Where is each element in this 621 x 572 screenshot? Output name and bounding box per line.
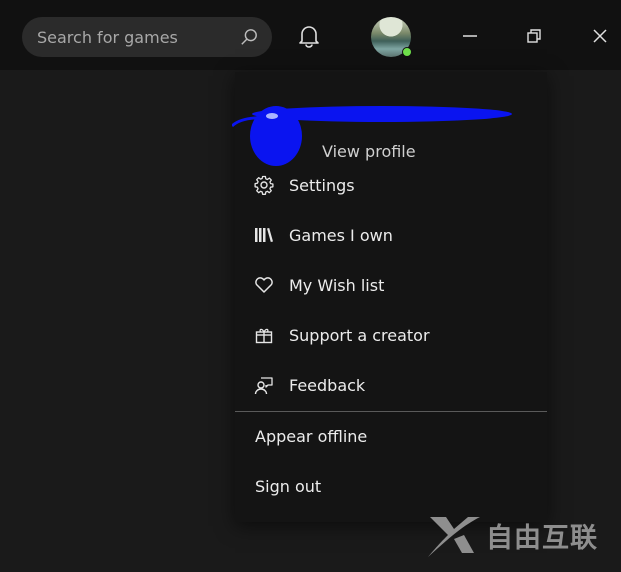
menu-item-games-i-own[interactable]: Games I own [235,210,547,260]
restore-button[interactable] [518,20,550,52]
restore-icon [527,29,541,43]
menu-item-feedback[interactable]: Feedback [235,360,547,410]
menu-item-label: Appear offline [255,426,368,446]
menu-item-label: Sign out [255,476,322,496]
search-icon[interactable] [240,28,258,46]
bell-icon [299,26,319,48]
title-bar [0,0,621,70]
search-input[interactable] [37,27,227,47]
close-button[interactable] [584,20,616,52]
feedback-icon [254,375,274,395]
menu-item-sign-out[interactable]: Sign out [235,461,547,511]
gear-icon [254,175,274,195]
menu-item-label: Support a creator [289,325,430,345]
heart-icon [254,275,274,295]
menu-item-label: Settings [289,175,355,195]
account-menu: View profile Settings Games I own My Wis… [232,72,547,522]
menu-item-wish-list[interactable]: My Wish list [235,260,547,310]
profile-header[interactable]: View profile [232,86,547,166]
close-icon [593,29,607,43]
notifications-button[interactable] [293,20,325,52]
search-box[interactable] [22,17,272,57]
menu-item-label: Games I own [289,225,393,245]
menu-item-support-a-creator[interactable]: Support a creator [235,310,547,360]
menu-item-appear-offline[interactable]: Appear offline [235,411,547,461]
menu-item-label: My Wish list [289,275,385,295]
online-status-indicator [402,47,412,57]
menu-item-label: Feedback [289,375,366,395]
watermark-text: 自由互联 [486,522,598,554]
library-icon [254,225,274,245]
watermark-x-logo [428,517,480,557]
minimize-button[interactable] [454,20,486,52]
minimize-icon [463,35,477,37]
gift-icon [254,325,274,345]
view-profile-link[interactable]: View profile [322,142,416,161]
menu-item-settings[interactable]: Settings [235,160,547,210]
watermark: 自由互联 [424,512,604,558]
